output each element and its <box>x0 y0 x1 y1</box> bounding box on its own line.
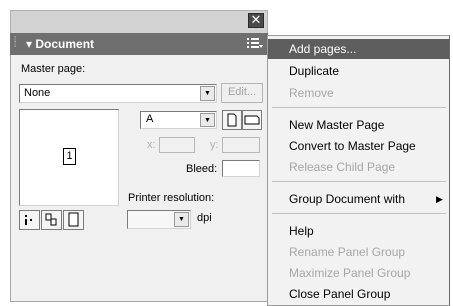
dpi-label: dpi <box>197 212 212 224</box>
master-page-label: Master page: <box>21 63 86 75</box>
x-label: x: <box>147 139 156 151</box>
dropdown-arrow-icon[interactable]: ▼ <box>200 86 215 101</box>
close-icon[interactable]: ✕ <box>248 13 264 28</box>
menu-item-group-document-with[interactable]: Group Document with <box>268 189 449 209</box>
landscape-page-icon[interactable] <box>242 110 262 130</box>
menu-item-close-panel-group[interactable]: Close Panel Group <box>268 284 449 304</box>
collapse-arrow-icon[interactable]: ▾ <box>26 37 32 51</box>
panel-title[interactable]: ▾ Document <box>26 36 94 52</box>
master-page-value: None <box>24 87 51 99</box>
menu-divider <box>272 213 446 214</box>
bleed-input[interactable] <box>222 160 260 177</box>
menu-divider <box>272 107 446 108</box>
x-input[interactable] <box>159 137 195 153</box>
menu-item-new-master-page[interactable]: New Master Page <box>268 115 449 135</box>
menu-item-convert-to-master-page[interactable]: Convert to Master Page <box>268 136 449 156</box>
panel-title-label: Document <box>35 37 95 51</box>
menu-item-help[interactable]: Help <box>268 221 449 241</box>
dropdown-arrow-icon[interactable]: ▼ <box>174 212 189 227</box>
single-page-icon[interactable] <box>63 210 84 230</box>
menu-divider <box>272 181 446 182</box>
panel-menu-icon[interactable] <box>247 37 265 51</box>
page-spread-icon[interactable] <box>41 210 62 230</box>
menu-item-remove[interactable]: Remove <box>268 83 449 103</box>
bleed-label: Bleed: <box>186 163 218 175</box>
menu-item-add-pages[interactable]: Add pages... <box>268 39 449 59</box>
y-input[interactable] <box>222 137 260 153</box>
edit-button[interactable]: Edit... <box>221 83 263 103</box>
menu-item-rename-panel-group[interactable]: Rename Panel Group <box>268 242 449 262</box>
menu-item-maximize-panel-group[interactable]: Maximize Panel Group <box>268 263 449 283</box>
submenu-arrow-icon: ▶ <box>436 194 443 204</box>
y-label: y: <box>210 139 219 151</box>
page-number: 1 <box>63 148 76 165</box>
page-size-value: A <box>146 113 154 125</box>
dropdown-arrow-icon[interactable]: ▼ <box>200 113 215 127</box>
portrait-page-icon[interactable] <box>222 110 242 130</box>
menu-item-duplicate[interactable]: Duplicate <box>268 61 449 81</box>
page-layout-icon[interactable] <box>19 210 40 230</box>
grip-icon[interactable]: ⁞ ⁞ <box>14 36 20 51</box>
panel-title-strip <box>10 10 268 33</box>
master-page-select[interactable]: None <box>19 84 217 103</box>
printer-resolution-label: Printer resolution: <box>128 192 215 204</box>
menu-item-release-child-page[interactable]: Release Child Page <box>268 157 449 177</box>
